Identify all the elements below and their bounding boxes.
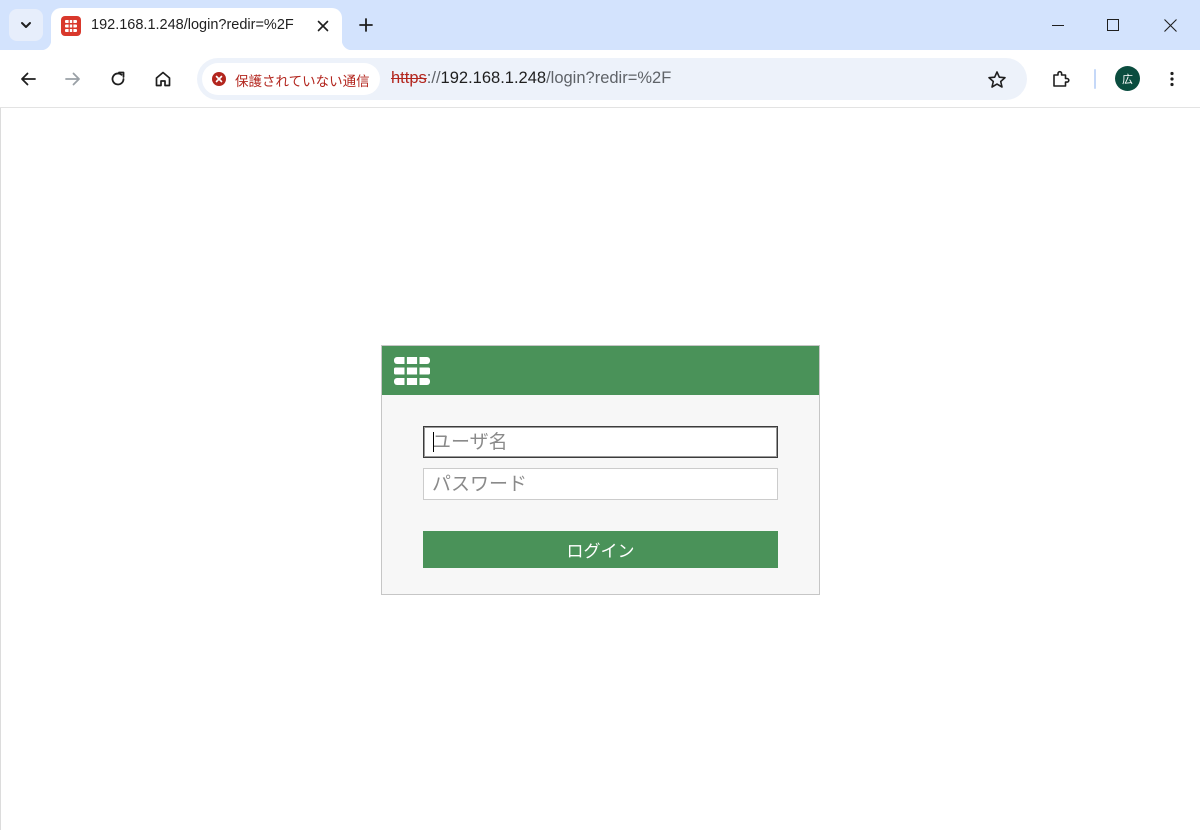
close-icon bbox=[317, 20, 329, 32]
maximize-button[interactable] bbox=[1088, 4, 1138, 46]
puzzle-icon bbox=[1053, 70, 1070, 87]
menu-button[interactable] bbox=[1156, 63, 1188, 95]
url-text[interactable]: https://192.168.1.248/login?redir=%2F bbox=[391, 69, 671, 88]
password-input[interactable] bbox=[423, 468, 778, 500]
fortinet-logo-icon bbox=[394, 357, 430, 385]
reload-button[interactable] bbox=[102, 63, 134, 95]
new-tab-button[interactable] bbox=[352, 11, 380, 39]
error-circle-icon bbox=[212, 72, 226, 86]
url-separator: :// bbox=[426, 69, 441, 87]
tab-close-button[interactable] bbox=[312, 15, 334, 37]
maximize-icon bbox=[1107, 19, 1119, 31]
chevron-down-icon bbox=[21, 22, 31, 28]
toolbar-divider bbox=[1094, 69, 1096, 89]
profile-avatar[interactable]: 広 bbox=[1115, 66, 1140, 91]
login-button[interactable]: ログイン bbox=[423, 531, 778, 568]
login-header bbox=[382, 346, 819, 395]
address-bar[interactable]: 保護されていない通信 https://192.168.1.248/login?r… bbox=[197, 58, 1027, 100]
fortinet-icon bbox=[61, 16, 81, 36]
minimize-button[interactable] bbox=[1033, 4, 1083, 46]
login-panel: ログイン bbox=[381, 345, 820, 595]
security-warning-label: 保護されていない通信 bbox=[235, 74, 370, 90]
browser-toolbar: 保護されていない通信 https://192.168.1.248/login?r… bbox=[0, 50, 1200, 108]
forward-button[interactable] bbox=[57, 63, 89, 95]
tab-strip: 192.168.1.248/login?redir=%2F bbox=[0, 0, 1200, 50]
arrow-left-icon bbox=[21, 72, 36, 86]
tab-title: 192.168.1.248/login?redir=%2F bbox=[91, 17, 294, 33]
plus-icon bbox=[359, 18, 373, 32]
text-caret bbox=[433, 432, 434, 452]
username-input[interactable] bbox=[423, 426, 778, 458]
home-button[interactable] bbox=[147, 63, 179, 95]
active-tab[interactable]: 192.168.1.248/login?redir=%2F bbox=[41, 8, 352, 50]
close-icon bbox=[1163, 18, 1177, 32]
close-window-button[interactable] bbox=[1145, 4, 1195, 46]
url-host: 192.168.1.248 bbox=[440, 69, 547, 87]
extensions-button[interactable] bbox=[1045, 63, 1077, 95]
security-chip[interactable]: 保護されていない通信 bbox=[202, 63, 380, 95]
url-path: /login?redir=%2F bbox=[546, 69, 672, 87]
home-icon bbox=[155, 71, 171, 87]
back-button[interactable] bbox=[12, 63, 44, 95]
bookmark-button[interactable] bbox=[983, 66, 1011, 94]
minimize-icon bbox=[1052, 25, 1064, 26]
url-scheme: https bbox=[391, 69, 427, 87]
reload-icon bbox=[111, 71, 125, 86]
tab-search-button[interactable] bbox=[9, 9, 43, 41]
arrow-right-icon bbox=[65, 72, 80, 86]
window-edge bbox=[0, 108, 1, 830]
more-vertical-icon bbox=[1170, 71, 1174, 87]
star-icon bbox=[988, 71, 1006, 88]
